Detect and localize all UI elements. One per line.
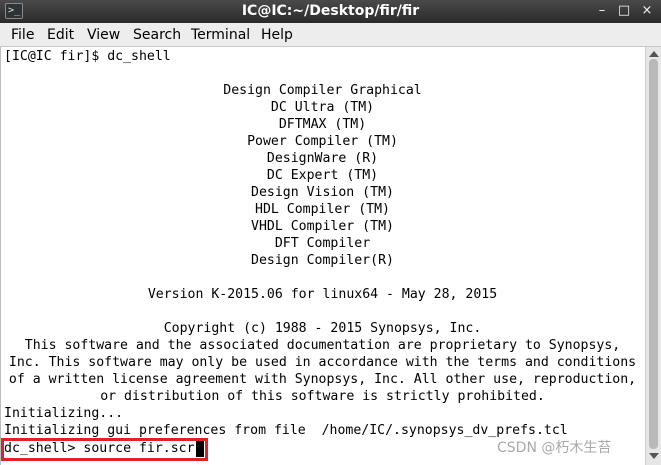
terminal-line: DFT Compiler [274,236,371,251]
terminal-line: Inc. This software may only be used in a… [8,355,637,370]
terminal-line: DC Expert (TM) [266,168,379,183]
terminal-line: HDL Compiler (TM) [255,202,390,217]
terminal-line: Design Compiler Graphical [223,83,422,98]
close-icon[interactable]: × [638,2,656,20]
terminal-line: Copyright (c) 1988 - 2015 Synopsys, Inc. [163,321,482,336]
command-highlight-box [1,438,208,461]
terminal-line: This software and the associated documen… [24,338,621,353]
terminal-line: of a written license agreement with Syno… [8,372,637,387]
scroll-up-icon[interactable] [649,51,659,57]
terminal-line: or distribution of this software is stri… [100,389,545,404]
terminal-line: DC Ultra (TM) [270,100,375,115]
terminal-line: VHDL Compiler (TM) [251,219,394,234]
terminal-line: Design Compiler(R) [251,253,394,268]
menu-view[interactable]: View [87,26,120,44]
terminal-line: DFTMAX (TM) [278,117,367,132]
watermark-text: CSDN @朽木生苔 [497,440,612,456]
maximize-icon[interactable]: □ [615,2,633,20]
terminal-line: Power Compiler (TM) [247,134,398,149]
menu-edit[interactable]: Edit [47,26,74,44]
terminal-line: Design Vision (TM) [251,185,394,200]
terminal-line: Initializing... [4,406,124,421]
minimize-icon[interactable]: – [593,2,611,20]
scroll-down-icon[interactable] [649,453,659,459]
menu-file[interactable]: File [11,26,34,44]
menu-bar: File Edit View Search Terminal Help [0,23,661,47]
window-title: IC@IC:~/Desktop/fir/fir [241,3,420,19]
terminal-line: Initializing gui preferences from file /… [4,423,568,438]
scrollbar-thumb[interactable] [649,59,658,449]
terminal-line: Version K-2015.06 for linux64 - May 28, … [147,287,498,302]
window-titlebar[interactable]: >_ IC@IC:~/Desktop/fir/fir – □ × [0,0,661,23]
terminal-line: [IC@IC fir]$ dc_shell [4,49,171,64]
menu-terminal[interactable]: Terminal [191,26,250,44]
menu-search[interactable]: Search [133,26,181,44]
menu-help[interactable]: Help [261,26,293,44]
vertical-scrollbar[interactable] [645,47,661,465]
terminal-line: DesignWare (R) [266,151,379,166]
